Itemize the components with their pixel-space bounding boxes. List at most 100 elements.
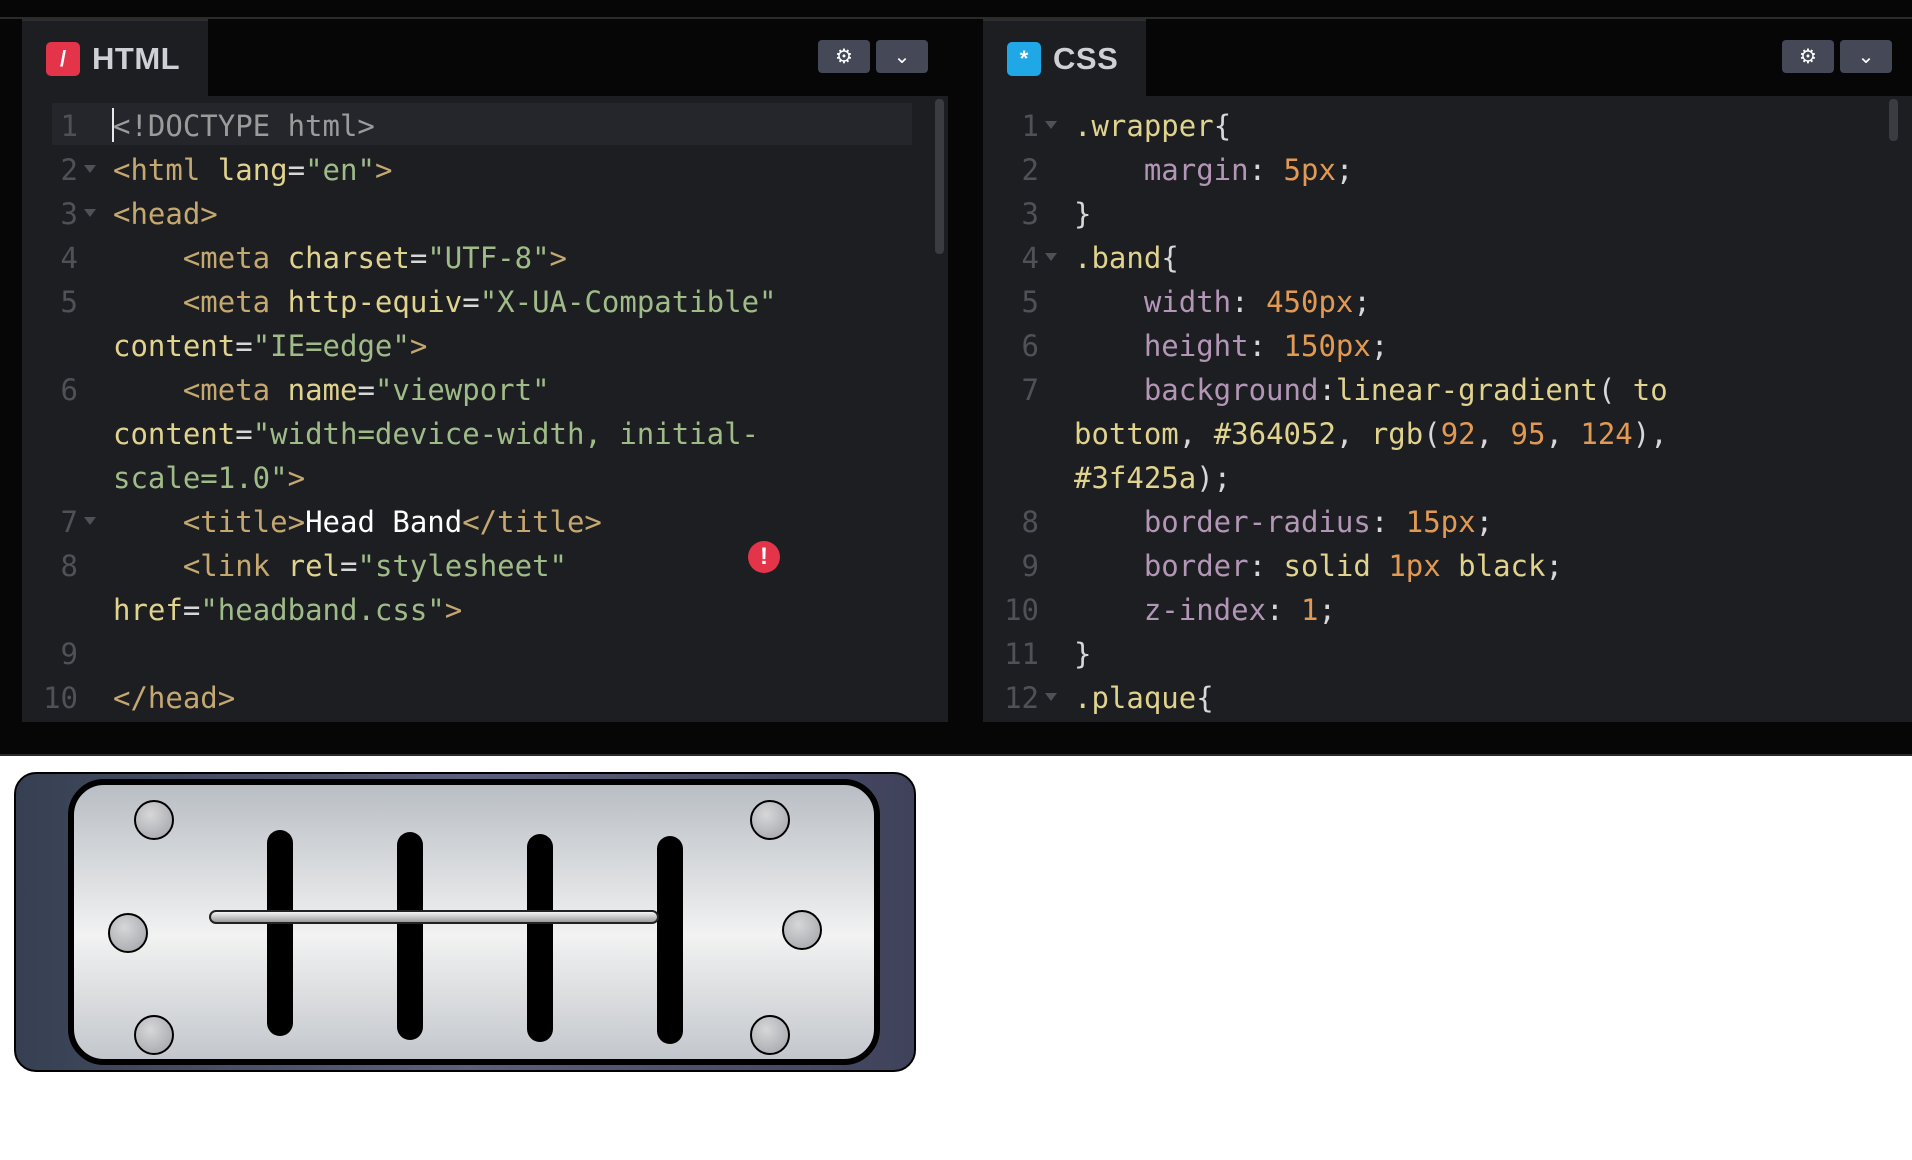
fold-arrow-icon[interactable] bbox=[1045, 121, 1057, 129]
html-settings-button[interactable]: ⚙ bbox=[818, 40, 870, 73]
css-scrollbar[interactable] bbox=[1889, 99, 1898, 141]
line-number: 2 bbox=[60, 153, 78, 187]
line-number: 3 bbox=[1021, 197, 1039, 231]
fold-arrow-icon[interactable] bbox=[1045, 253, 1057, 261]
html-scrollbar[interactable] bbox=[935, 99, 944, 254]
code-line[interactable]: 2 margin: 5px; bbox=[983, 148, 1912, 192]
code-text: margin: 5px; bbox=[1143, 153, 1354, 187]
code-line[interactable]: 8 border-radius: 15px; bbox=[983, 500, 1912, 544]
css-header-buttons: ⚙ ⌄ bbox=[1782, 40, 1892, 73]
line-number: 1 bbox=[1021, 109, 1039, 143]
code-text: <head> bbox=[113, 197, 218, 231]
line-number: 6 bbox=[1021, 329, 1039, 363]
css-settings-button[interactable]: ⚙ bbox=[1782, 40, 1834, 73]
code-text: #3f425a); bbox=[1074, 461, 1232, 495]
line-number: 9 bbox=[60, 637, 78, 671]
css-editor-panel: * CSS ⚙ ⌄ 1 .wrapper{2 margin: 5px; 3} 4 .ba… bbox=[983, 19, 1912, 722]
code-text: } bbox=[1074, 197, 1092, 231]
fold-arrow-icon[interactable] bbox=[84, 517, 96, 525]
code-line[interactable]: 9 border: solid 1px black; bbox=[983, 544, 1912, 588]
rivet bbox=[134, 800, 174, 840]
editor-area: / HTML ⚙ ⌄ 1 <!DOCTYPE html> 2 <html lang="… bbox=[0, 19, 1912, 722]
code-line[interactable]: 2 <html lang="en"> bbox=[22, 148, 948, 192]
preview-pane bbox=[0, 756, 1912, 1160]
code-line[interactable]: 8 <link rel="stylesheet" bbox=[22, 544, 948, 588]
code-line[interactable]: 4 .band{ bbox=[983, 236, 1912, 280]
code-line[interactable]: 6 height: 150px; bbox=[983, 324, 1912, 368]
code-text: height: 150px; bbox=[1143, 329, 1389, 363]
line-number: 10 bbox=[1004, 593, 1039, 627]
line-number: 9 bbox=[1021, 549, 1039, 583]
code-line[interactable]: 3 <head> bbox=[22, 192, 948, 236]
line-number: 8 bbox=[1021, 505, 1039, 539]
html-collapse-button[interactable]: ⌄ bbox=[876, 40, 928, 73]
code-text: .wrapper{ bbox=[1074, 109, 1232, 143]
css-tab[interactable]: * CSS bbox=[983, 19, 1147, 96]
chevron-down-icon: ⌄ bbox=[1857, 46, 1875, 68]
code-line[interactable]: 7 background:linear-gradient( to bbox=[983, 368, 1912, 412]
code-line[interactable]: bottom, #364052, rgb(92, 95, 124), bbox=[983, 412, 1912, 456]
code-line[interactable]: 3} bbox=[983, 192, 1912, 236]
html-slash-icon: / bbox=[46, 41, 80, 76]
plaque bbox=[68, 779, 880, 1065]
code-line[interactable]: 5 <meta http-equiv="X-UA-Compatible" bbox=[22, 280, 948, 324]
css-asterisk-icon: * bbox=[1007, 41, 1041, 76]
html-header-buttons: ⚙ ⌄ bbox=[818, 40, 928, 73]
code-line[interactable]: 6 <meta name="viewport" bbox=[22, 368, 948, 412]
head-band bbox=[14, 772, 916, 1072]
line-number: 1 bbox=[60, 109, 78, 143]
fold-arrow-icon[interactable] bbox=[1045, 693, 1057, 701]
html-code-area[interactable]: 1 <!DOCTYPE html> 2 <html lang="en"> 3 <head>… bbox=[22, 96, 948, 722]
code-text: border: solid 1px black; bbox=[1143, 549, 1563, 583]
code-line[interactable]: 5 width: 450px; bbox=[983, 280, 1912, 324]
html-editor-panel: / HTML ⚙ ⌄ 1 <!DOCTYPE html> 2 <html lang="… bbox=[22, 19, 948, 722]
code-line[interactable]: 1 <!DOCTYPE html> bbox=[22, 104, 948, 148]
code-text: <!DOCTYPE html> bbox=[113, 109, 375, 143]
chevron-down-icon: ⌄ bbox=[893, 46, 911, 68]
code-line[interactable]: 4 <meta charset="UTF-8"> bbox=[22, 236, 948, 280]
vertical-bar bbox=[397, 832, 423, 1040]
top-bar bbox=[0, 0, 1912, 19]
code-line[interactable]: 10 z-index: 1; bbox=[983, 588, 1912, 632]
code-text: .plaque{ bbox=[1074, 681, 1214, 715]
code-line[interactable]: 9 bbox=[22, 632, 948, 676]
code-text: <link rel="stylesheet" bbox=[182, 549, 567, 583]
code-line[interactable]: content="width=device-width, initial- bbox=[22, 412, 948, 456]
code-line[interactable]: scale=1.0"> bbox=[22, 456, 948, 500]
fold-arrow-icon[interactable] bbox=[84, 209, 96, 217]
resize-divider[interactable] bbox=[0, 722, 1912, 756]
code-line[interactable]: 12 .plaque{ bbox=[983, 676, 1912, 720]
code-text: <meta name="viewport" bbox=[182, 373, 550, 407]
rivet bbox=[134, 1015, 174, 1055]
code-line[interactable]: #3f425a); bbox=[983, 456, 1912, 500]
css-collapse-button[interactable]: ⌄ bbox=[1840, 40, 1892, 73]
vertical-bar bbox=[527, 834, 553, 1042]
code-line[interactable]: 10 </head> bbox=[22, 676, 948, 720]
css-code-area[interactable]: 1 .wrapper{2 margin: 5px; 3} 4 .band{5 width… bbox=[983, 96, 1912, 722]
code-text: background:linear-gradient( to bbox=[1143, 373, 1668, 407]
error-badge-icon[interactable]: ! bbox=[748, 541, 780, 573]
line-number: 5 bbox=[60, 285, 78, 319]
html-tab-label: HTML bbox=[92, 40, 181, 76]
code-text: href="headband.css"> bbox=[113, 593, 463, 627]
code-text: content="IE=edge"> bbox=[113, 329, 428, 363]
line-number: 7 bbox=[60, 505, 78, 539]
code-line[interactable]: content="IE=edge"> bbox=[22, 324, 948, 368]
code-text: scale=1.0"> bbox=[113, 461, 306, 495]
css-tab-label: CSS bbox=[1053, 40, 1119, 76]
code-line[interactable]: 11} bbox=[983, 632, 1912, 676]
vertical-bar bbox=[657, 836, 683, 1044]
rivet bbox=[782, 910, 822, 950]
code-text: bottom, #364052, rgb(92, 95, 124), bbox=[1074, 417, 1668, 451]
code-text: } bbox=[1074, 637, 1092, 671]
css-panel-header: * CSS ⚙ ⌄ bbox=[983, 19, 1912, 96]
code-line[interactable]: href="headband.css"> bbox=[22, 588, 948, 632]
code-text: <html lang="en"> bbox=[113, 153, 393, 187]
code-line[interactable]: 7 <title>Head Band</title> bbox=[22, 500, 948, 544]
code-line[interactable]: 1 .wrapper{ bbox=[983, 104, 1912, 148]
code-text: z-index: 1; bbox=[1143, 593, 1336, 627]
fold-arrow-icon[interactable] bbox=[84, 165, 96, 173]
code-text: </head> bbox=[113, 681, 236, 715]
gear-icon: ⚙ bbox=[1799, 46, 1817, 68]
html-tab[interactable]: / HTML bbox=[22, 19, 209, 96]
